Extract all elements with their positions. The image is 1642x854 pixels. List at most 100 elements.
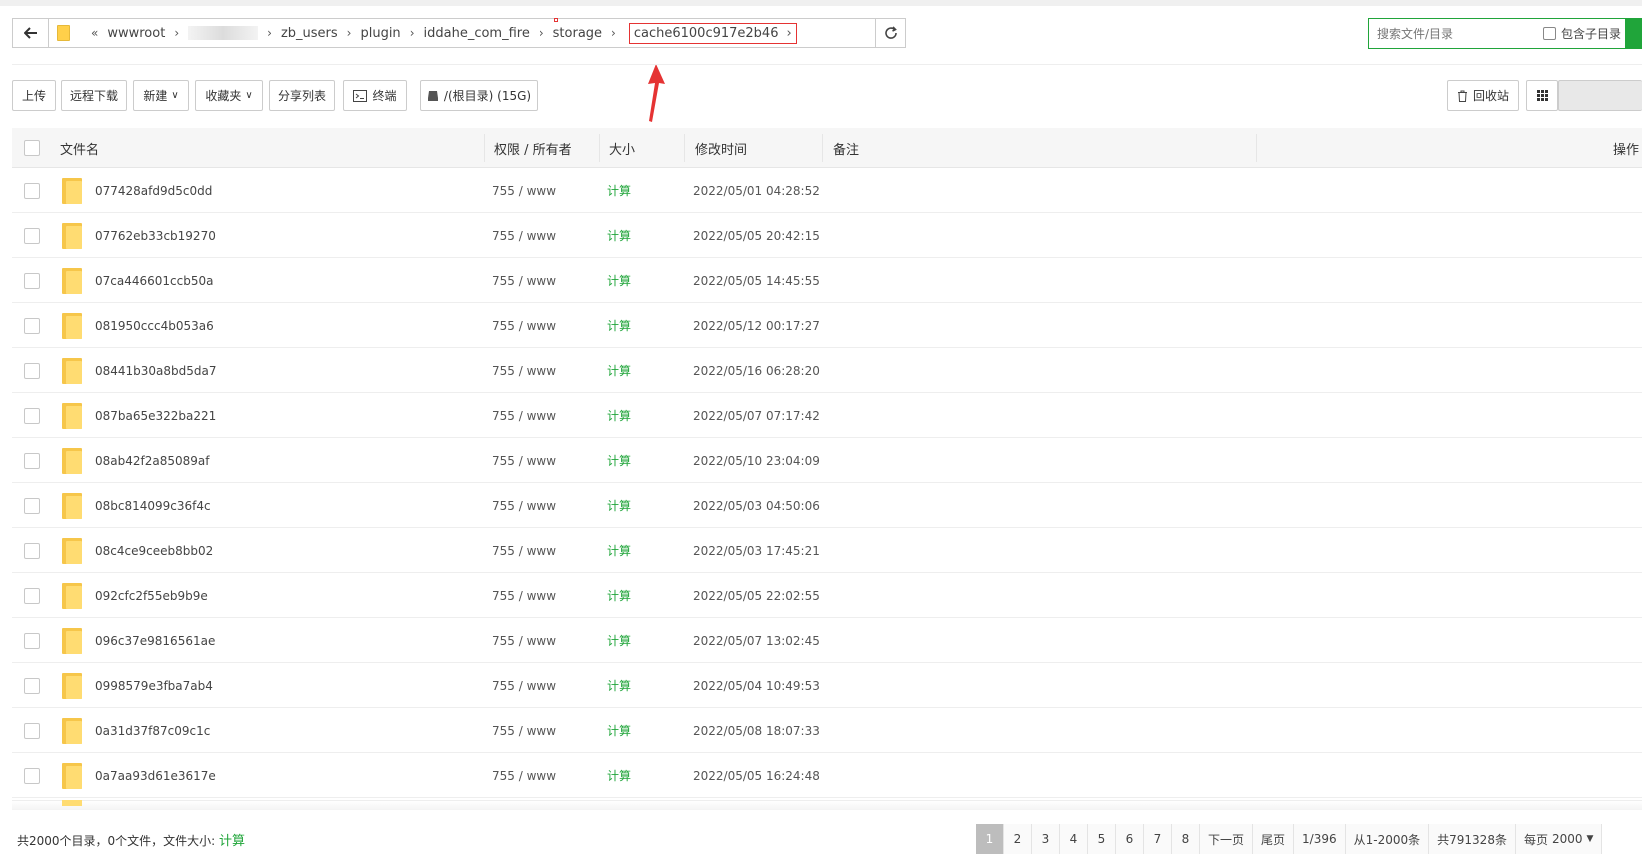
grid-view-button[interactable] (1526, 80, 1558, 111)
file-name[interactable]: 07ca446601ccb50a (95, 258, 213, 303)
pager-page-3[interactable]: 3 (1032, 824, 1060, 854)
breadcrumb-plugin[interactable]: plugin (360, 26, 400, 41)
pager-page-1[interactable]: 1 (976, 824, 1004, 854)
file-name[interactable]: 08441b30a8bd5da7 (95, 348, 217, 393)
breadcrumb-current[interactable]: cache6100c917e2b46 › (628, 22, 797, 44)
table-row[interactable]: 087ba65e322ba221 755 / www 计算 2022/05/07… (12, 393, 1642, 438)
per-page-select[interactable]: 2000 ▼ (1552, 832, 1593, 846)
row-checkbox[interactable] (24, 753, 40, 798)
row-checkbox[interactable] (24, 213, 40, 258)
remote-download-button[interactable]: 远程下载 (61, 80, 127, 111)
breadcrumb-iddahe-com-fire[interactable]: iddahe_com_fire (424, 26, 530, 41)
file-name[interactable]: 08c4ce9ceeb8bb02 (95, 528, 213, 573)
file-name[interactable]: 07762eb33cb19270 (95, 213, 216, 258)
calculate-size-link[interactable]: 计算 (607, 753, 631, 798)
calculate-size-link[interactable]: 计算 (607, 168, 631, 213)
table-row[interactable]: 096c37e9816561ae 755 / www 计算 2022/05/07… (12, 618, 1642, 663)
pager-page-7[interactable]: 7 (1144, 824, 1172, 854)
column-header-mtime[interactable]: 修改时间 (695, 128, 747, 168)
breadcrumb-wwwroot[interactable]: wwwroot (107, 26, 165, 41)
file-name[interactable]: 092cfc2f55eb9b9e (95, 573, 208, 618)
table-row[interactable]: 08c4ce9ceeb8bb02 755 / www 计算 2022/05/03… (12, 528, 1642, 573)
table-row[interactable]: 0a7aa93d61e3617e 755 / www 计算 2022/05/05… (12, 753, 1642, 798)
calculate-size-link[interactable]: 计算 (607, 348, 631, 393)
file-name[interactable]: 0a31d37f87c09c1c (95, 708, 210, 753)
file-permission[interactable]: 755 / www (492, 393, 556, 438)
file-permission[interactable]: 755 / www (492, 168, 556, 213)
row-checkbox[interactable] (24, 258, 40, 303)
terminal-button[interactable]: 终端 (343, 80, 407, 111)
file-permission[interactable]: 755 / www (492, 258, 556, 303)
upload-button[interactable]: 上传 (12, 80, 56, 111)
search-input[interactable] (1369, 19, 1543, 48)
table-row[interactable]: 0998579e3fba7ab4 755 / www 计算 2022/05/04… (12, 663, 1642, 708)
table-row[interactable]: 077428afd9d5c0dd 755 / www 计算 2022/05/01… (12, 168, 1642, 213)
calculate-size-link[interactable]: 计算 (607, 303, 631, 348)
refresh-button[interactable] (875, 19, 905, 47)
file-permission[interactable]: 755 / www (492, 213, 556, 258)
row-checkbox[interactable] (24, 708, 40, 753)
pager-page-5[interactable]: 5 (1088, 824, 1116, 854)
row-checkbox[interactable] (24, 393, 40, 438)
file-permission[interactable]: 755 / www (492, 573, 556, 618)
row-checkbox[interactable] (24, 438, 40, 483)
calculate-size-link[interactable]: 计算 (607, 573, 631, 618)
file-name[interactable]: 087ba65e322ba221 (95, 393, 216, 438)
select-all-checkbox[interactable] (24, 128, 40, 168)
pager-page-2[interactable]: 2 (1004, 824, 1032, 854)
calculate-size-link[interactable]: 计算 (607, 708, 631, 753)
file-permission[interactable]: 755 / www (492, 528, 556, 573)
column-header-remark[interactable]: 备注 (833, 128, 859, 168)
file-name[interactable]: 08ab42f2a85089af (95, 438, 209, 483)
file-permission[interactable]: 755 / www (492, 618, 556, 663)
row-checkbox[interactable] (24, 168, 40, 213)
share-list-button[interactable]: 分享列表 (269, 80, 335, 111)
table-row[interactable]: 0a31d37f87c09c1c 755 / www 计算 2022/05/08… (12, 708, 1642, 753)
row-checkbox[interactable] (24, 303, 40, 348)
file-name[interactable]: 0998579e3fba7ab4 (95, 663, 213, 708)
table-row[interactable]: 08bc814099c36f4c 755 / www 计算 2022/05/03… (12, 483, 1642, 528)
file-name[interactable]: 0a7aa93d61e3617e (95, 753, 216, 798)
file-permission[interactable]: 755 / www (492, 303, 556, 348)
calculate-size-link[interactable]: 计算 (607, 438, 631, 483)
calculate-total-size-link[interactable]: 计算 (219, 834, 245, 849)
row-checkbox[interactable] (24, 618, 40, 663)
disk-button[interactable]: /(根目录) (15G) (420, 80, 538, 111)
file-name[interactable]: 08bc814099c36f4c (95, 483, 211, 528)
row-checkbox[interactable] (24, 348, 40, 393)
pager-next[interactable]: 下一页 (1200, 824, 1254, 854)
column-header-name[interactable]: 文件名 (60, 128, 99, 168)
table-row[interactable]: 08ab42f2a85089af 755 / www 计算 2022/05/10… (12, 438, 1642, 483)
list-view-button[interactable] (1558, 80, 1642, 111)
calculate-size-link[interactable]: 计算 (607, 528, 631, 573)
pager-last[interactable]: 尾页 (1253, 824, 1295, 854)
file-permission[interactable]: 755 / www (492, 708, 556, 753)
table-row[interactable]: 081950ccc4b053a6 755 / www 计算 2022/05/12… (12, 303, 1642, 348)
pager-page-4[interactable]: 4 (1060, 824, 1088, 854)
row-checkbox[interactable] (24, 663, 40, 708)
pager-page-6[interactable]: 6 (1116, 824, 1144, 854)
column-header-size[interactable]: 大小 (609, 128, 635, 168)
row-checkbox[interactable] (24, 528, 40, 573)
calculate-size-link[interactable]: 计算 (607, 258, 631, 303)
breadcrumb-storage[interactable]: storage (553, 26, 602, 41)
breadcrumb-zb-users[interactable]: zb_users (281, 26, 338, 41)
include-subdir-checkbox[interactable]: 包含子目录 (1542, 25, 1621, 42)
table-row[interactable]: 08441b30a8bd5da7 755 / www 计算 2022/05/16… (12, 348, 1642, 393)
recycle-bin-button[interactable]: 回收站 (1447, 80, 1519, 111)
search-button[interactable] (1625, 19, 1641, 48)
file-name[interactable]: 081950ccc4b053a6 (95, 303, 214, 348)
calculate-size-link[interactable]: 计算 (607, 393, 631, 438)
row-checkbox[interactable] (24, 573, 40, 618)
file-name[interactable]: 077428afd9d5c0dd (95, 168, 212, 213)
row-checkbox[interactable] (24, 483, 40, 528)
back-button[interactable] (13, 19, 49, 47)
calculate-size-link[interactable]: 计算 (607, 618, 631, 663)
table-row[interactable]: 07762eb33cb19270 755 / www 计算 2022/05/05… (12, 213, 1642, 258)
breadcrumb-overflow[interactable]: « (91, 26, 98, 40)
new-dropdown-button[interactable]: 新建 ∨ (133, 80, 189, 111)
file-permission[interactable]: 755 / www (492, 348, 556, 393)
file-permission[interactable]: 755 / www (492, 438, 556, 483)
file-permission[interactable]: 755 / www (492, 663, 556, 708)
file-name[interactable]: 096c37e9816561ae (95, 618, 215, 663)
